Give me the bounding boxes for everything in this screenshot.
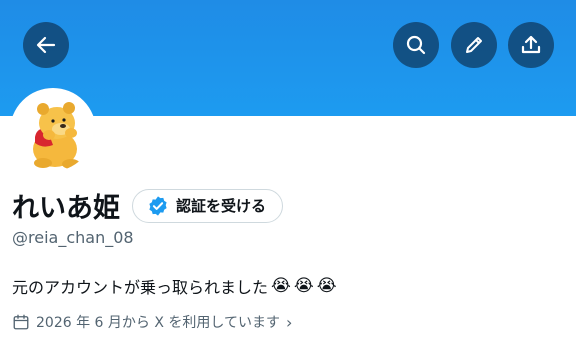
crying-emoji: 😭 — [316, 276, 337, 296]
back-button[interactable] — [23, 22, 69, 68]
bio: 元のアカウントが乗っ取られました 😭 😭 😭 — [12, 274, 337, 298]
pencil-icon — [466, 37, 482, 53]
joined-date-link[interactable]: 2026 年 6 月から X を利用しています › — [12, 312, 292, 332]
search-button[interactable] — [393, 22, 439, 68]
name-row: れいあ姫 認証を受ける — [12, 186, 284, 225]
bear-avatar-image — [13, 91, 93, 171]
edit-button[interactable] — [451, 22, 497, 68]
search-icon — [406, 35, 426, 55]
avatar[interactable] — [10, 88, 96, 174]
get-verified-button[interactable]: 認証を受ける — [132, 188, 284, 223]
share-button[interactable] — [508, 22, 554, 68]
bio-text: 元のアカウントが乗っ取られました — [12, 278, 269, 297]
joined-text: 2026 年 6 月から X を利用しています — [36, 315, 280, 331]
arrow-left-icon — [36, 36, 56, 54]
crying-emoji: 😭 — [271, 276, 291, 296]
crying-emoji: 😭 — [293, 276, 314, 296]
verified-badge-icon — [149, 195, 167, 216]
calendar-icon — [13, 314, 29, 330]
get-verified-label: 認証を受ける — [176, 197, 267, 215]
display-name: れいあ姫 — [12, 193, 120, 224]
user-handle: @reia_chan_08 — [12, 228, 134, 247]
share-upload-icon — [521, 35, 541, 54]
chevron-right-icon: › — [285, 312, 293, 332]
